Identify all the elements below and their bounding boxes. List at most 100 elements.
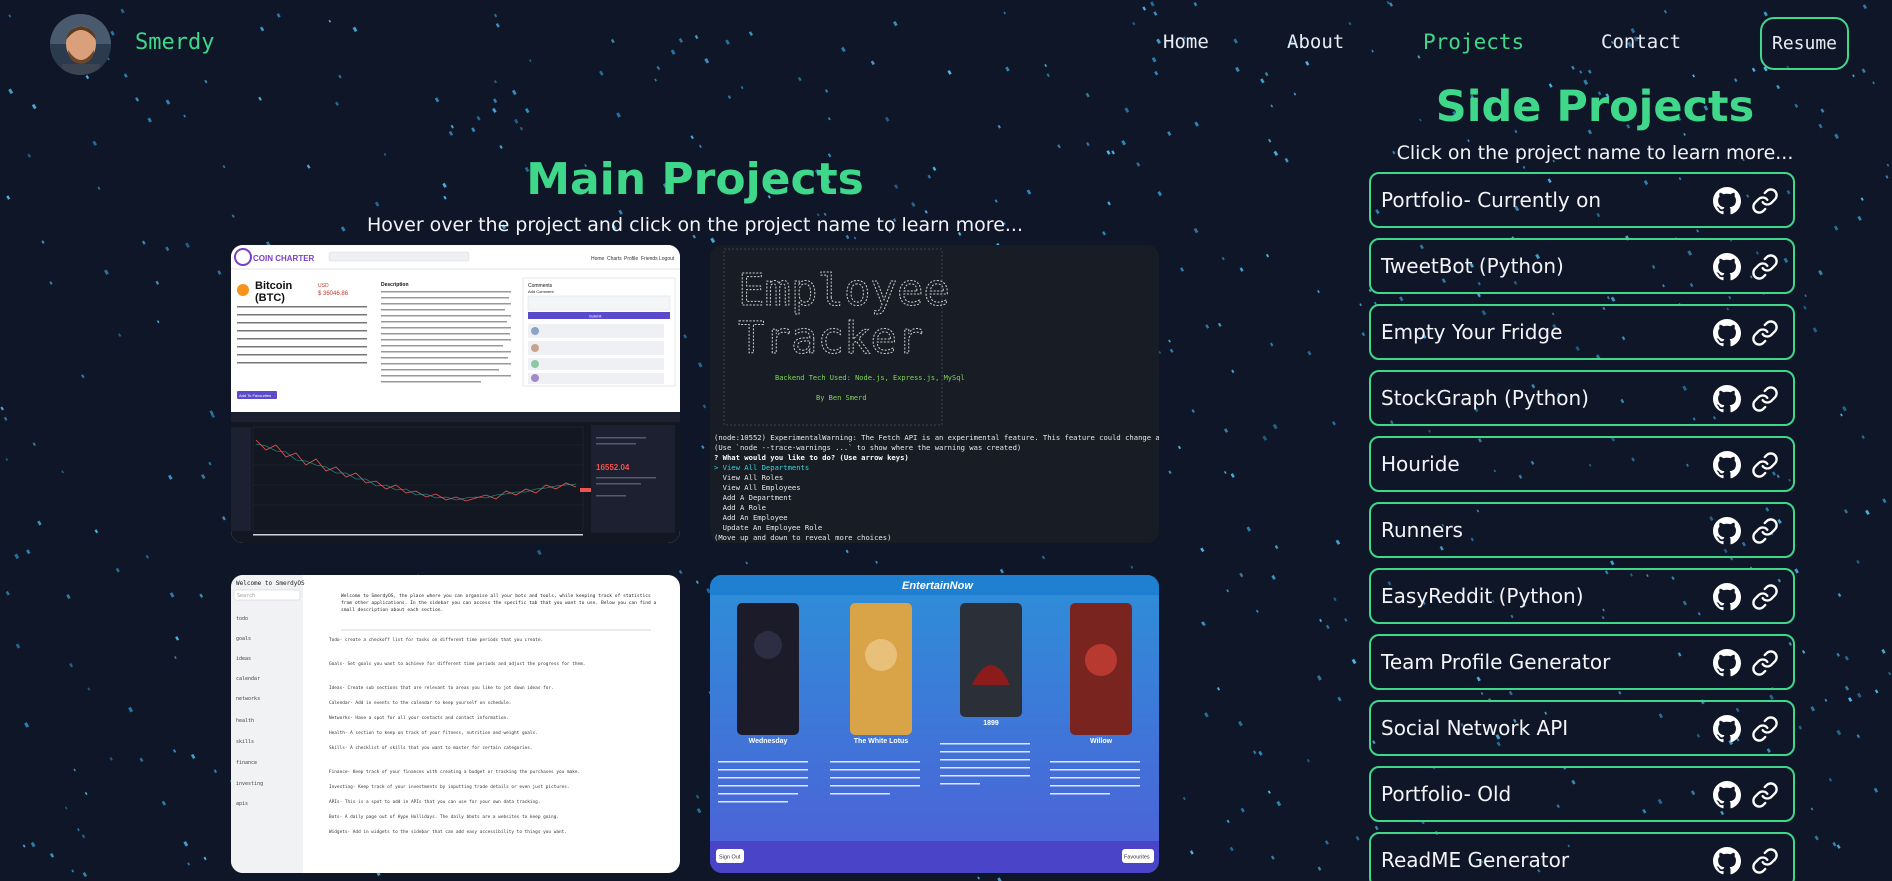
smerdy-os-line-12: Widgets- Add in widgets to the sidebar t…: [329, 829, 567, 835]
link-icon[interactable]: [1751, 847, 1779, 875]
smerdy-os-line-1: Todo- create a checkoff list for tasks o…: [329, 637, 543, 643]
github-icon[interactable]: [1713, 583, 1741, 611]
side-project-item[interactable]: Team Profile Generator: [1369, 634, 1795, 690]
link-icon[interactable]: [1751, 319, 1779, 347]
smerdy-os-line-11: Bots- A daily page out of Hype Hollidays…: [329, 814, 559, 820]
sign-out-label: Sign Out: [719, 855, 741, 861]
link-icon[interactable]: [1751, 781, 1779, 809]
terminal-line-4: > View All Departments: [714, 463, 809, 472]
comment-textarea: [527, 295, 671, 311]
nav-home[interactable]: Home: [1163, 31, 1209, 53]
link-icon[interactable]: [1751, 649, 1779, 677]
main-projects-subtitle: Hover over the project and click on the …: [366, 214, 1024, 236]
side-project-name[interactable]: Team Profile Generator: [1381, 650, 1610, 674]
terminal-line-2: (Use `node --trace-warnings ...` to show…: [714, 443, 1021, 452]
smerdy-os-line-8: Finance- Keep track of your finances wit…: [329, 769, 580, 775]
side-project-item[interactable]: Social Network API: [1369, 700, 1795, 756]
side-project-item[interactable]: Empty Your Fridge: [1369, 304, 1795, 360]
side-project-name[interactable]: Empty Your Fridge: [1381, 320, 1562, 344]
coin-charter-nav-profile: Profile: [624, 256, 638, 262]
add-comment-label: Add Comment: [528, 289, 554, 294]
github-icon[interactable]: [1713, 715, 1741, 743]
side-projects-subtitle: Click on the project name to learn more.…: [1396, 142, 1794, 164]
side-project-item[interactable]: EasyReddit (Python): [1369, 568, 1795, 624]
github-icon[interactable]: [1713, 451, 1741, 479]
brand-name[interactable]: Smerdy: [135, 30, 214, 55]
smerdy-os-line-7: Skills- A checklist of skills that you w…: [329, 745, 533, 751]
side-project-name[interactable]: ReadME Generator: [1381, 848, 1569, 872]
side-project-name[interactable]: StockGraph (Python): [1381, 386, 1589, 410]
github-icon[interactable]: [1713, 187, 1741, 215]
chart-price: 16552.04: [596, 463, 630, 472]
side-project-item[interactable]: TweetBot (Python): [1369, 238, 1795, 294]
side-project-name[interactable]: Runners: [1381, 518, 1463, 542]
side-project-item[interactable]: StockGraph (Python): [1369, 370, 1795, 426]
submit-comment-label: Submit: [589, 314, 602, 319]
project-card-employee-tracker[interactable]: Employee Tracker Backend Tech Used: Node…: [710, 245, 1159, 543]
smerdy-os-nav-apis: apis: [236, 801, 248, 807]
favourites-label: Favourites: [1124, 855, 1150, 861]
side-projects-title: Side Projects: [1435, 82, 1755, 132]
bitcoin-icon: [237, 284, 249, 296]
side-project-name[interactable]: Portfolio- Old: [1381, 782, 1511, 806]
terminal-line-3: ? What would you like to do? (Use arrow …: [714, 453, 909, 462]
smerdy-os-nav-finance: finance: [236, 760, 257, 766]
show-1899: 1899: [983, 720, 999, 727]
side-project-item[interactable]: Houride: [1369, 436, 1795, 492]
side-project-item[interactable]: Portfolio- Currently on: [1369, 172, 1795, 228]
github-icon[interactable]: [1713, 649, 1741, 677]
smerdy-os-nav-investing: investing: [236, 781, 263, 787]
nav-about[interactable]: About: [1287, 31, 1344, 53]
project-card-coin-charter[interactable]: COIN CHARTER Home Charts Profile Friends…: [231, 245, 680, 543]
github-icon[interactable]: [1713, 847, 1741, 875]
github-icon[interactable]: [1713, 781, 1741, 809]
resume-button[interactable]: Resume: [1760, 17, 1849, 70]
smerdy-os-line-5: Networks- Have a spot for all your conta…: [329, 715, 509, 721]
nav-projects[interactable]: Projects: [1423, 30, 1524, 54]
side-project-name[interactable]: Portfolio- Currently on: [1381, 188, 1601, 212]
side-project-item[interactable]: Portfolio- Old: [1369, 766, 1795, 822]
coin-charter-nav-charts: Charts: [607, 256, 622, 262]
terminal-line-7: Add A Department: [714, 493, 792, 502]
smerdy-os-nav-todo: todo: [236, 616, 248, 622]
github-icon[interactable]: [1713, 319, 1741, 347]
side-project-name[interactable]: TweetBot (Python): [1381, 254, 1564, 278]
smerdy-os-nav-skills: skills: [236, 739, 254, 745]
terminal-line-6: View All Employees: [714, 483, 801, 492]
link-icon[interactable]: [1751, 385, 1779, 413]
terminal-line-8: Add A Role: [714, 503, 766, 512]
link-icon[interactable]: [1751, 583, 1779, 611]
side-project-item[interactable]: Runners: [1369, 502, 1795, 558]
terminal-line-9: Add An Employee: [714, 513, 788, 522]
main-projects-title: Main Projects: [526, 154, 864, 205]
show-white-lotus: The White Lotus: [854, 738, 909, 745]
link-icon[interactable]: [1751, 253, 1779, 281]
side-projects-list: Portfolio- Currently on TweetBot (Python…: [1369, 172, 1795, 881]
link-icon[interactable]: [1751, 187, 1779, 215]
poster-wednesday: [737, 603, 799, 735]
github-icon[interactable]: [1713, 385, 1741, 413]
terminal-line-11: (Move up and down to reveal more choices…: [714, 533, 891, 542]
coin-charter-nav-home: Home: [591, 256, 605, 262]
link-icon[interactable]: [1751, 715, 1779, 743]
side-project-name[interactable]: EasyReddit (Python): [1381, 584, 1584, 608]
project-card-entertain-now[interactable]: EntertainNow Wednesday The White Lotus 1…: [710, 575, 1159, 873]
coin-charter-search: [328, 251, 470, 262]
side-project-name[interactable]: Houride: [1381, 452, 1460, 476]
author-line: By Ben Smerd: [816, 394, 867, 402]
side-project-item[interactable]: ReadME Generator: [1369, 832, 1795, 881]
smerdy-os-line-10: APIs- This is a spot to add in APIs that…: [329, 799, 540, 805]
avatar[interactable]: [50, 14, 111, 75]
coin-charter-logo: COIN CHARTER: [253, 254, 315, 263]
coin-charter-nav-friends: Friends: [641, 256, 658, 262]
smerdy-os-nav-health: health: [236, 718, 254, 724]
smerdy-os-intro: Welcome to SmerdyOS, the place where you…: [341, 594, 657, 613]
link-icon[interactable]: [1751, 517, 1779, 545]
project-card-smerdy-os[interactable]: Welcome to SmerdyOS Search todo goals id…: [231, 575, 680, 873]
ascii-title-line1: Employee: [738, 265, 950, 316]
side-project-name[interactable]: Social Network API: [1381, 716, 1568, 740]
github-icon[interactable]: [1713, 517, 1741, 545]
github-icon[interactable]: [1713, 253, 1741, 281]
link-icon[interactable]: [1751, 451, 1779, 479]
nav-contact[interactable]: Contact: [1601, 31, 1681, 53]
